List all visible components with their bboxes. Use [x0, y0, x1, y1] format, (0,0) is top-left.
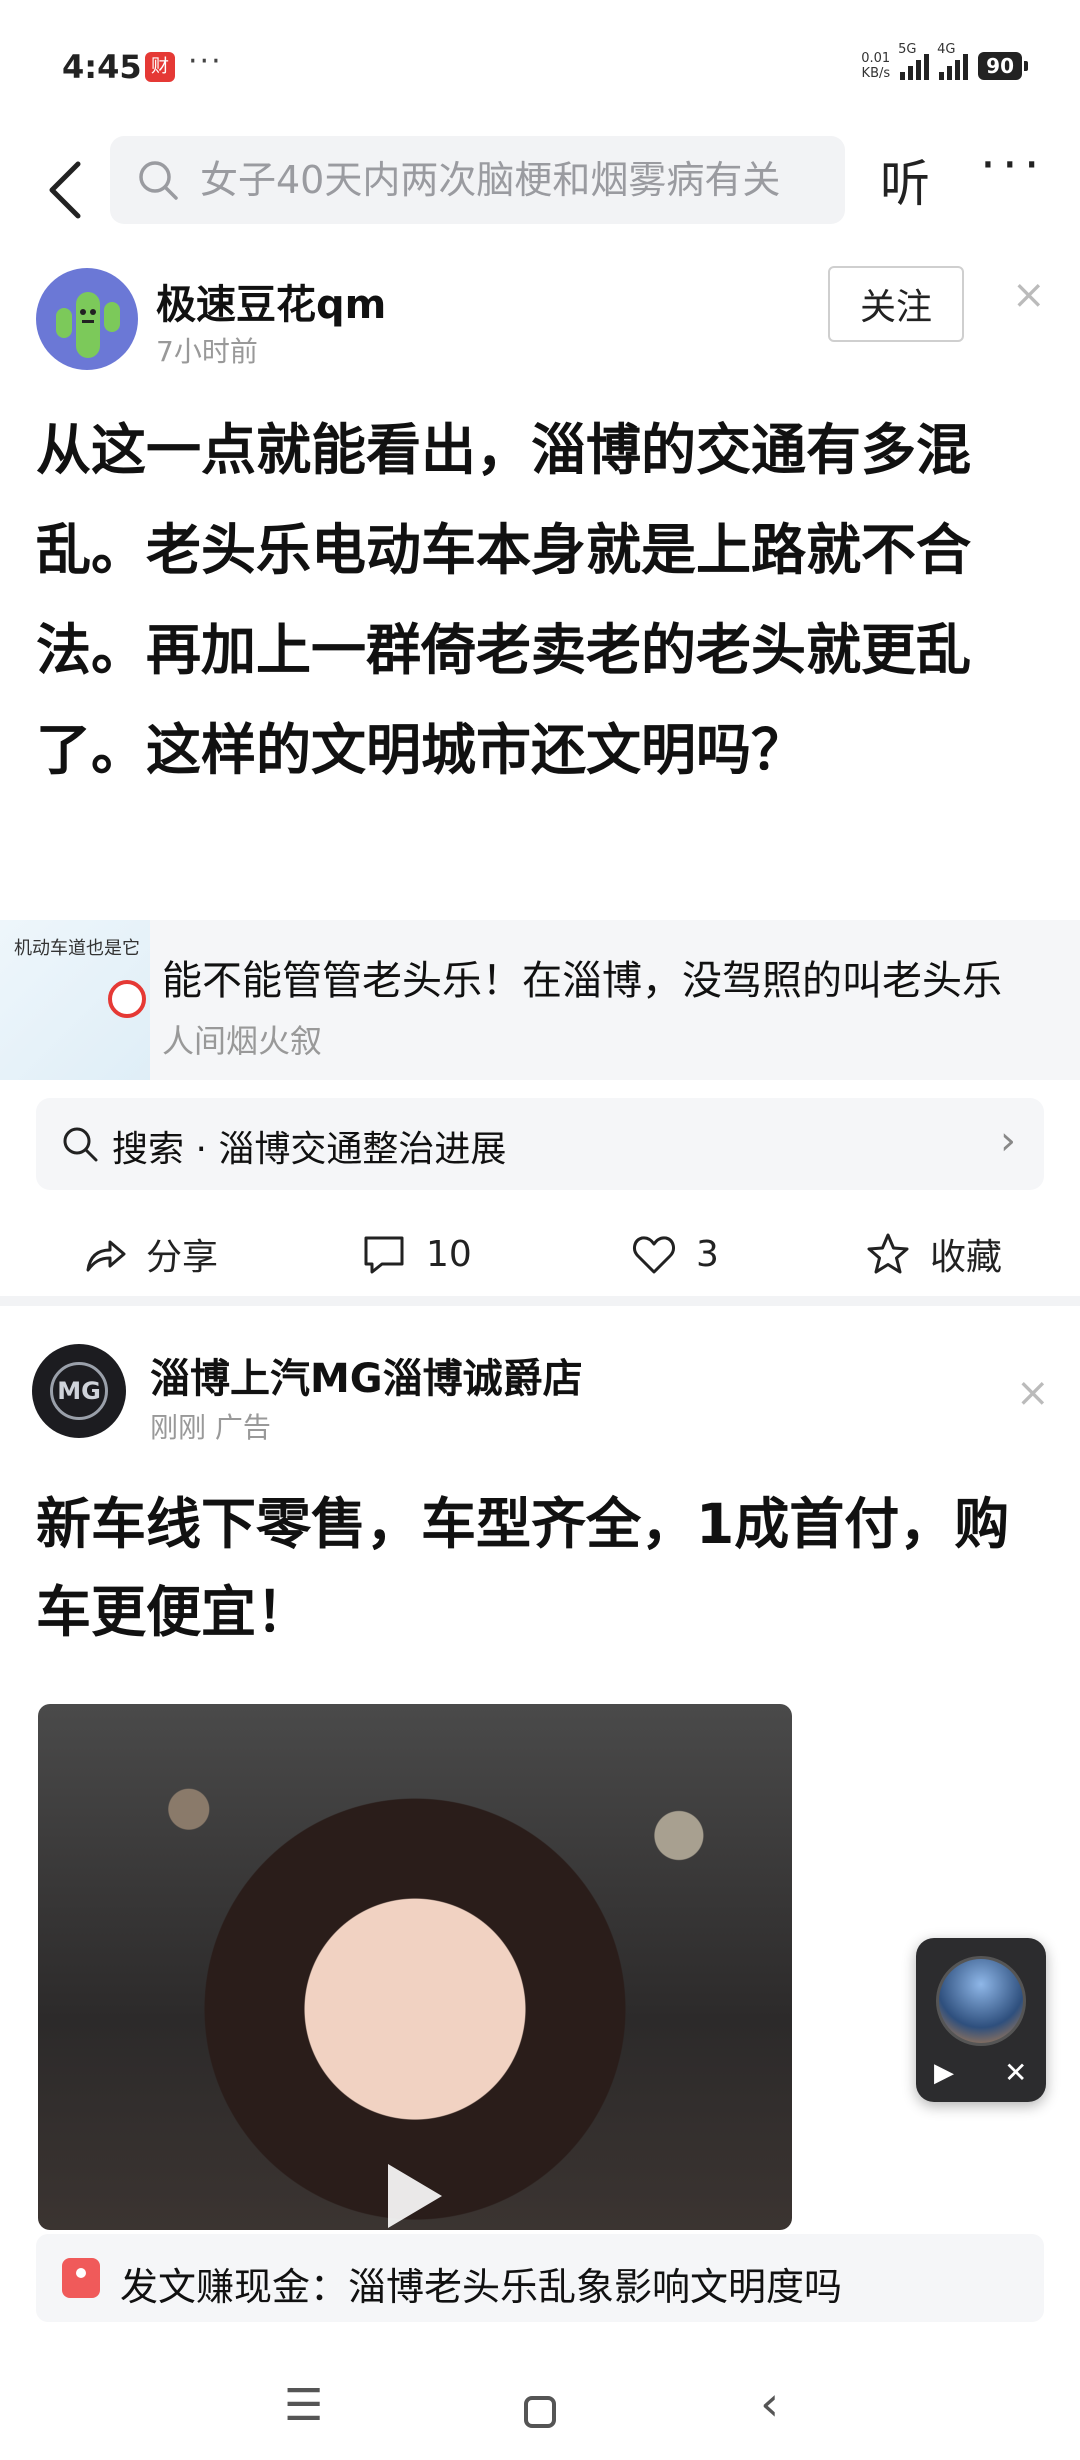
cactus-avatar-icon [56, 292, 120, 358]
linked-article-title: 能不能管管老头乐！在淄博，没驾照的叫老头乐 [162, 958, 1002, 1004]
heart-icon [633, 1236, 675, 1274]
no-entry-sign-icon [108, 980, 146, 1018]
avatar[interactable] [36, 268, 138, 370]
share-label: 分享 [146, 1237, 219, 1278]
search-box[interactable] [110, 136, 845, 224]
play-icon[interactable]: ▶ [934, 2058, 954, 2088]
chevron-right-icon: › [1000, 1118, 1016, 1164]
mini-player-thumbnail[interactable] [936, 1956, 1026, 2046]
follow-button[interactable]: 关注 [828, 266, 964, 342]
favorite-button[interactable]: 收藏 [864, 1224, 1002, 1284]
back-icon[interactable]: ‹ [760, 2376, 779, 2432]
recent-apps-icon[interactable]: ☰ [284, 2380, 323, 2431]
net-speed: 0.01 KB/s [861, 51, 891, 81]
mg-logo-icon: MG [50, 1362, 108, 1420]
star-icon [867, 1233, 909, 1274]
app-notification-icon: 财 [145, 52, 175, 82]
search-suggestion[interactable]: 搜索 · 淄博交通整治进展 › [36, 1098, 1044, 1190]
comment-count: 10 [426, 1233, 472, 1275]
battery-indicator: 90 [978, 52, 1028, 80]
linked-article-source: 人间烟火叙 [162, 1022, 323, 1060]
favorite-label: 收藏 [930, 1237, 1003, 1278]
search-input[interactable] [200, 150, 820, 210]
status-bar: 4:45 财 ··· 0.01 KB/s 5G 4G 90 [0, 0, 1080, 130]
status-time: 4:45 [62, 48, 142, 86]
red-envelope-icon [62, 2258, 100, 2298]
status-indicators: 0.01 KB/s 5G 4G 90 [861, 42, 1028, 88]
search-icon [63, 1127, 98, 1162]
post-time: 7小时前 [156, 335, 258, 368]
promo-banner[interactable]: 发文赚现金：淄博老头乐乱象影响文明度吗 [36, 2234, 1044, 2322]
signal-5g-icon: 5G [898, 42, 930, 80]
ad-meta: 刚刚 广告 [150, 1411, 271, 1444]
author-name[interactable]: 淄博上汽MG淄博诚爵店 [150, 1346, 583, 1404]
post-body[interactable]: 从这一点就能看出，淄博的交通有多混乱。老头乐电动车本身就是上路就不合法。再加上一… [36, 400, 1046, 800]
back-arrow-icon[interactable] [36, 150, 96, 230]
like-count: 3 [696, 1233, 719, 1275]
like-button[interactable]: 3 [630, 1224, 719, 1284]
search-icon [139, 161, 178, 200]
ad-video[interactable] [38, 1704, 792, 2230]
comment-button[interactable]: 10 [360, 1224, 472, 1284]
home-icon[interactable] [524, 2396, 556, 2428]
ad-body[interactable]: 新车线下零售，车型齐全，1成首付，购车更便宜！ [36, 1480, 1046, 1656]
promo-text: 发文赚现金：淄博老头乐乱象影响文明度吗 [120, 2265, 843, 2309]
avatar[interactable]: MG [32, 1344, 126, 1438]
post-actions: 分享 10 3 收藏 [0, 1208, 1080, 1298]
close-icon[interactable]: × [1016, 1370, 1050, 1416]
share-button[interactable]: 分享 [80, 1224, 218, 1284]
linked-article-card[interactable]: 机动车道也是它 能不能管管老头乐！在淄博，没驾照的叫老头乐 人间烟火叙 [0, 920, 1080, 1080]
close-icon[interactable]: ✕ [1004, 2056, 1027, 2089]
listen-button[interactable]: 听 [880, 144, 930, 216]
play-icon[interactable] [388, 2164, 442, 2228]
status-more-icon: ··· [188, 44, 223, 79]
more-options-button[interactable]: ··· [980, 136, 1046, 194]
comment-icon [364, 1236, 404, 1274]
floating-mini-player[interactable]: ▶ ✕ [916, 1938, 1046, 2102]
signal-4g-icon: 4G [937, 42, 969, 80]
feed-divider [0, 1296, 1080, 1306]
top-navigation: 听 ··· [0, 130, 1080, 250]
share-icon [86, 1240, 126, 1272]
linked-article-thumbnail: 机动车道也是它 [0, 920, 150, 1080]
system-navigation-bar: ☰ ‹ [0, 2360, 1080, 2460]
search-suggestion-label: 搜索 · 淄博交通整治进展 [112, 1129, 507, 1170]
close-icon[interactable]: × [1012, 272, 1046, 318]
author-name[interactable]: 极速豆花qm [156, 272, 386, 330]
